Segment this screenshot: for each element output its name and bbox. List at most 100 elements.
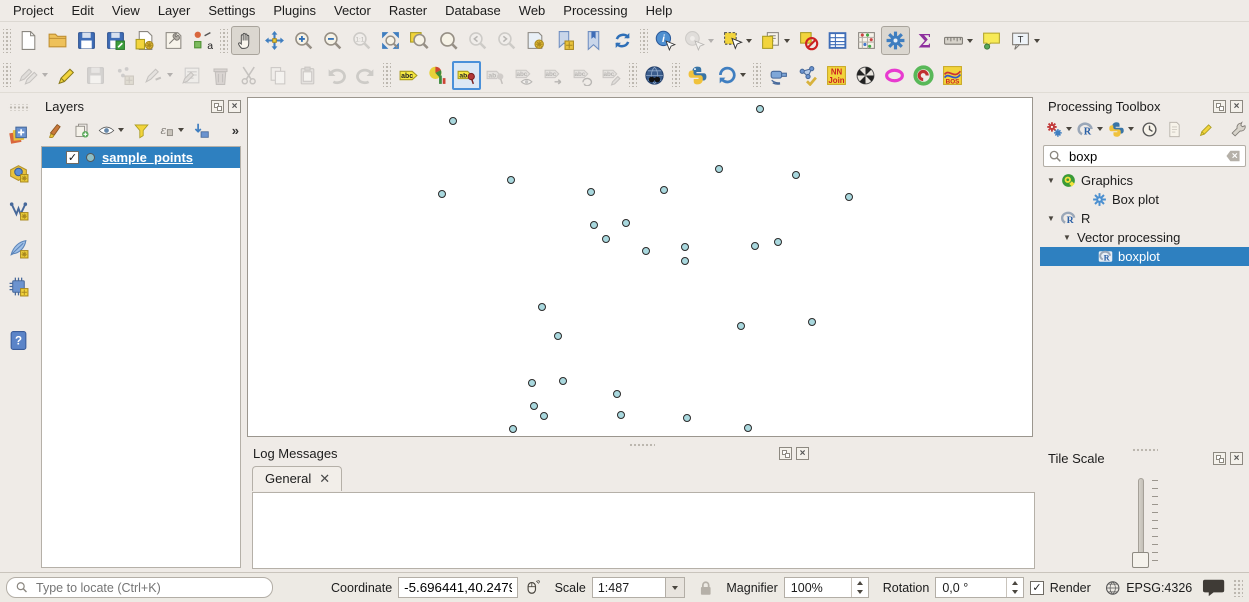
new-spatialite-layer-button[interactable] <box>4 233 34 263</box>
menu-processing[interactable]: Processing <box>554 1 636 20</box>
menu-vector[interactable]: Vector <box>325 1 380 20</box>
processing-toolbox-button[interactable] <box>881 26 910 55</box>
paste-features-button[interactable] <box>293 61 322 90</box>
concave-hull-button[interactable] <box>909 61 938 90</box>
menu-settings[interactable]: Settings <box>199 1 264 20</box>
new-map-view-button[interactable] <box>521 26 550 55</box>
tab-general[interactable]: General ✕ <box>252 466 342 491</box>
layers-toolbar-overflow[interactable]: » <box>232 123 245 138</box>
zoom-to-layer-button[interactable] <box>405 26 434 55</box>
reload-plugin-button[interactable] <box>712 61 750 90</box>
open-project-button[interactable] <box>43 26 72 55</box>
processing-options-button[interactable] <box>1226 118 1249 140</box>
toolbar-grip[interactable] <box>753 63 761 87</box>
spin-down-button[interactable] <box>852 588 868 598</box>
deselect-features-button[interactable] <box>794 26 823 55</box>
new-geopackage-layer-button[interactable] <box>4 157 34 187</box>
expand-collapse-all-button[interactable] <box>189 119 213 141</box>
toolbar-grip[interactable] <box>640 29 648 53</box>
tree-row-box-plot[interactable]: Box plot <box>1040 190 1249 209</box>
run-feature-action-button[interactable] <box>680 26 718 55</box>
results-viewer-button[interactable] <box>1162 118 1186 140</box>
mouse-extents-icon[interactable] <box>524 579 540 596</box>
python-scripts-button[interactable] <box>1106 118 1136 140</box>
copy-features-button[interactable] <box>264 61 293 90</box>
menu-help[interactable]: Help <box>637 1 682 20</box>
pan-map-button[interactable] <box>231 26 260 55</box>
map-canvas[interactable] <box>247 97 1033 437</box>
bos-plugin-button[interactable]: BOS <box>938 61 967 90</box>
style-manager-button[interactable]: a <box>188 26 217 55</box>
topology-checker-button[interactable] <box>793 61 822 90</box>
python-console-button[interactable] <box>683 61 712 90</box>
close-panel-icon[interactable]: × <box>1230 100 1243 113</box>
layer-name[interactable]: sample_points <box>102 150 193 165</box>
zoom-full-button[interactable] <box>376 26 405 55</box>
expander-icon[interactable]: ▼ <box>1046 214 1056 223</box>
toggle-editing-button[interactable] <box>52 61 81 90</box>
float-panel-icon[interactable] <box>1213 100 1226 113</box>
filter-legend-button[interactable] <box>129 119 153 141</box>
help-button[interactable]: ? <box>4 325 34 355</box>
tile-scale-slider-track[interactable] <box>1138 478 1144 562</box>
spin-down-button[interactable] <box>1007 588 1023 598</box>
models-button[interactable] <box>1044 118 1074 140</box>
zoom-next-button[interactable] <box>492 26 521 55</box>
pan-to-selection-button[interactable] <box>260 26 289 55</box>
splitter-grip[interactable] <box>629 443 655 448</box>
new-shapefile-layer-button[interactable] <box>4 195 34 225</box>
save-project-as-button[interactable] <box>101 26 130 55</box>
identify-features-button[interactable]: i <box>651 26 680 55</box>
map-tips-button[interactable] <box>977 26 1006 55</box>
new-virtual-layer-button[interactable] <box>4 271 34 301</box>
menu-project[interactable]: Project <box>4 1 62 20</box>
close-panel-icon[interactable]: × <box>796 447 809 460</box>
vertex-tool-button[interactable] <box>139 61 177 90</box>
expander-icon[interactable]: ▼ <box>1046 176 1056 185</box>
processing-search-box[interactable] <box>1043 145 1246 167</box>
zoom-native-button[interactable]: 1:1 <box>347 26 376 55</box>
coordinate-input[interactable] <box>398 577 518 598</box>
change-label-button[interactable]: abc <box>597 61 626 90</box>
tree-row-boxplot[interactable]: R boxplot <box>1040 247 1249 266</box>
splitter-grip[interactable] <box>1132 448 1158 453</box>
menu-plugins[interactable]: Plugins <box>264 1 325 20</box>
new-spatial-bookmark-button[interactable] <box>550 26 579 55</box>
menu-layer[interactable]: Layer <box>149 1 200 20</box>
show-hide-labels-button[interactable]: abc <box>510 61 539 90</box>
menu-raster[interactable]: Raster <box>380 1 436 20</box>
crs-globe-icon[interactable] <box>1105 580 1120 596</box>
tree-row-vector-processing[interactable]: ▼ Vector processing <box>1040 228 1249 247</box>
history-button[interactable] <box>1137 118 1161 140</box>
menu-database[interactable]: Database <box>436 1 510 20</box>
scale-combo[interactable]: 1:487 <box>592 577 685 598</box>
text-annotation-button[interactable]: T <box>1006 26 1044 55</box>
ellipse-plugin-button[interactable] <box>880 61 909 90</box>
float-panel-icon[interactable] <box>1213 452 1226 465</box>
tile-scale-slider-handle[interactable] <box>1132 552 1149 568</box>
locate-box[interactable] <box>6 577 273 598</box>
menu-web[interactable]: Web <box>510 1 555 20</box>
select-features-button[interactable] <box>718 26 756 55</box>
rotate-label-button[interactable]: abc <box>568 61 597 90</box>
expander-icon[interactable]: ▼ <box>1062 233 1072 242</box>
highlight-pinned-labels-button[interactable]: ab <box>481 61 510 90</box>
show-layout-manager-button[interactable] <box>159 26 188 55</box>
toolbar-grip[interactable] <box>8 104 30 111</box>
cut-features-button[interactable] <box>235 61 264 90</box>
zoom-in-button[interactable] <box>289 26 318 55</box>
redo-button[interactable] <box>351 61 380 90</box>
statistical-summary-button[interactable]: Σ <box>910 26 939 55</box>
close-panel-icon[interactable]: × <box>228 100 241 113</box>
toolbar-grip[interactable] <box>672 63 680 87</box>
close-panel-icon[interactable]: × <box>1230 452 1243 465</box>
new-project-button[interactable] <box>14 26 43 55</box>
resize-grip[interactable] <box>1233 579 1243 597</box>
modify-attributes-button[interactable] <box>177 61 206 90</box>
spin-up-button[interactable] <box>852 578 868 588</box>
gps-tools-button[interactable] <box>764 61 793 90</box>
magnifier-spinbox[interactable]: 100% <box>784 577 869 598</box>
tree-row-graphics[interactable]: ▼ Graphics <box>1040 171 1249 190</box>
show-bookmarks-button[interactable] <box>579 26 608 55</box>
move-label-button[interactable]: abc <box>539 61 568 90</box>
